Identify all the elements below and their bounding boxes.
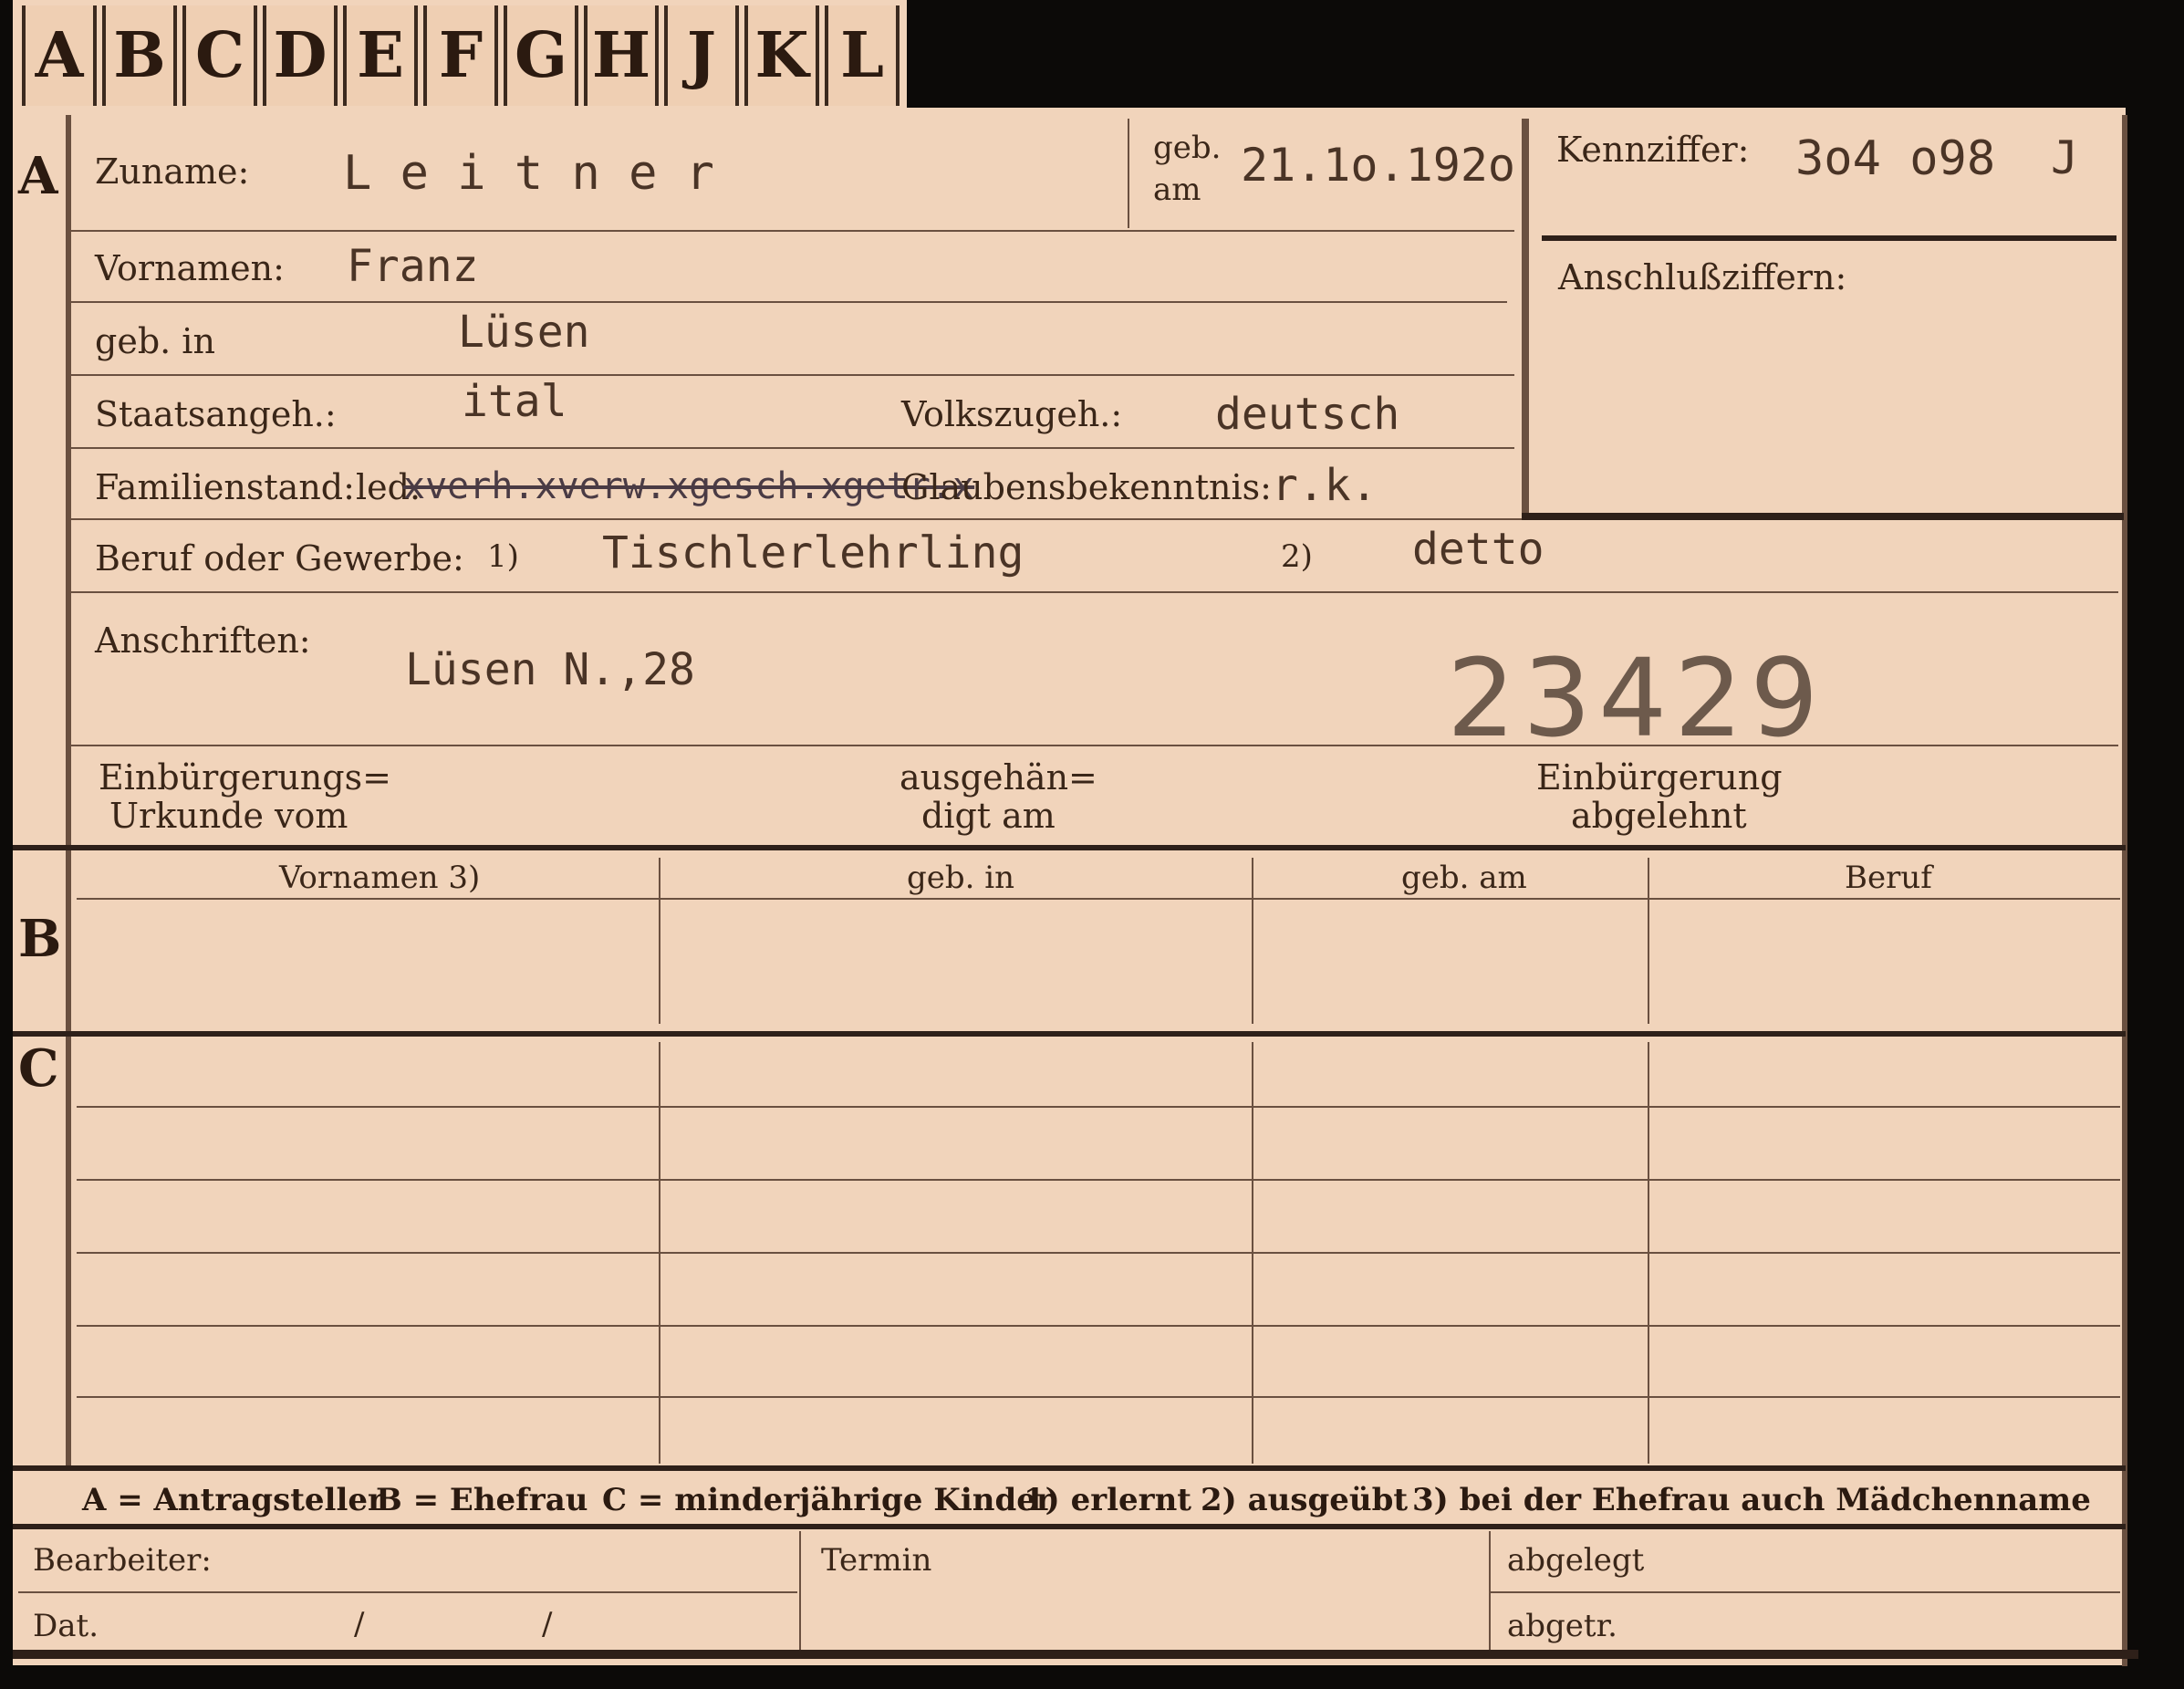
birthplace-value[interactable]: Lüsen — [458, 307, 590, 358]
handed-label-2: digt am — [921, 796, 1056, 836]
ethnicity-value[interactable]: deutsch — [1215, 389, 1399, 440]
card-border-right — [2122, 115, 2127, 1666]
section-c-border — [13, 1465, 2126, 1471]
religion-label: Glaubensbekenntnis: — [901, 467, 1272, 507]
tab-f[interactable]: F — [423, 5, 498, 106]
table-b-header-birthplace: geb. in — [907, 860, 1015, 896]
legend-border — [13, 1524, 2126, 1529]
tab-e[interactable]: E — [343, 5, 418, 106]
date-label: Dat. — [33, 1608, 99, 1644]
divider — [1252, 858, 1253, 1024]
citizenship-label: Staatsangeh.: — [95, 394, 337, 434]
naturalization-label: Einbürgerungs= — [99, 757, 391, 798]
birth-date-label-2: am — [1153, 172, 1201, 208]
divider — [659, 858, 660, 1024]
profession-practiced-value[interactable]: detto — [1412, 524, 1544, 575]
legend-a: A = Antragsteller — [82, 1482, 384, 1518]
table-b-header-firstnames: Vornamen 3) — [279, 860, 481, 896]
section-a-letter: A — [18, 146, 58, 206]
legend-note-1: 1) erlernt — [1024, 1482, 1192, 1518]
letter-tab-strip: A B C D E F G H J K L — [13, 0, 907, 108]
birthplace-label: geb. in — [95, 321, 215, 361]
divider — [1491, 1591, 2120, 1593]
divider — [71, 518, 1522, 520]
section-c-border-left — [66, 1037, 71, 1465]
tab-a[interactable]: A — [22, 5, 97, 106]
filed-label: abgelegt — [1507, 1542, 1645, 1579]
religion-value[interactable]: r.k. — [1272, 460, 1378, 511]
tab-c[interactable]: C — [182, 5, 257, 106]
divider — [799, 1531, 801, 1652]
address-value[interactable]: Lüsen N.,28 — [405, 644, 695, 695]
divider — [71, 301, 1507, 303]
card-bottom-border — [13, 1650, 2138, 1659]
divider — [71, 230, 1514, 232]
id-value[interactable]: 3o4 o98 — [1795, 131, 1995, 186]
surname-label: Zuname: — [95, 151, 250, 192]
section-a-border — [13, 845, 2126, 850]
clerk-label: Bearbeiter: — [33, 1542, 212, 1579]
stamped-number: 23429 — [1447, 635, 1826, 761]
tab-l[interactable]: L — [825, 5, 900, 106]
handed-label: ausgehän= — [900, 757, 1097, 798]
profession-learned-value[interactable]: Tischlerlehrling — [602, 527, 1024, 579]
naturalization-label-2: Urkunde vom — [109, 796, 348, 836]
divider — [71, 745, 2118, 746]
tab-k[interactable]: K — [744, 5, 819, 106]
table-c-row-line — [77, 1252, 2120, 1254]
citizenship-value[interactable]: ital — [462, 376, 567, 427]
id-box-bottom — [1522, 513, 2124, 520]
section-b-letter: B — [18, 909, 62, 969]
birth-date-label: geb. — [1153, 130, 1222, 166]
divider — [71, 447, 1514, 449]
table-b-header-birthdate: geb. am — [1401, 860, 1527, 896]
tab-g[interactable]: G — [504, 5, 578, 106]
profession-note-2: 2) — [1281, 538, 1313, 575]
tab-d[interactable]: D — [263, 5, 338, 106]
removed-label: abgetr. — [1507, 1608, 1617, 1644]
firstname-value[interactable]: Franz — [347, 241, 479, 292]
table-c-row-line — [77, 1325, 2120, 1327]
divider — [71, 374, 1514, 376]
id-suffix: J — [2051, 131, 2079, 184]
tab-h[interactable]: H — [584, 5, 659, 106]
table-c-row-line — [77, 1179, 2120, 1181]
divider — [18, 1591, 797, 1593]
firstname-label: Vornamen: — [95, 248, 285, 288]
legend-b: B = Ehefrau — [376, 1482, 588, 1518]
divider — [77, 898, 2120, 900]
date-separator: / — [354, 1606, 365, 1642]
tab-b[interactable]: B — [102, 5, 177, 106]
tab-j[interactable]: J — [664, 5, 739, 106]
table-c-row-line — [77, 1106, 2120, 1108]
legend-c: C = minderjährige Kinder — [602, 1482, 1053, 1518]
deadline-label: Termin — [821, 1542, 932, 1579]
marital-struck-options: xverh.xverw.xgesch.xgetr.x — [403, 465, 975, 507]
legend-note-3: 3) bei der Ehefrau auch Mädchenname — [1412, 1482, 2091, 1518]
table-b-header-profession: Beruf — [1845, 860, 1932, 896]
rejected-label-2: abgelehnt — [1571, 796, 1747, 836]
id-label: Kennziffer: — [1556, 130, 1750, 170]
table-c-row-line — [77, 1396, 2120, 1398]
rejected-label: Einbürgerung — [1536, 757, 1783, 798]
address-label: Anschriften: — [95, 620, 311, 661]
marital-label: Familienstand: — [95, 467, 355, 507]
legend-note-2: 2) ausgeübt — [1201, 1482, 1409, 1518]
id-box-border — [1522, 119, 1529, 520]
related-ids-label: Anschlußziffern: — [1558, 257, 1847, 297]
birth-date-value[interactable]: 21.1o.192o — [1241, 139, 1515, 192]
profession-label: Beruf oder Gewerbe: — [95, 538, 464, 579]
section-b-border — [13, 1031, 2126, 1037]
section-c-letter: C — [18, 1038, 59, 1099]
surname-value[interactable]: L e i t n e r — [343, 146, 714, 201]
divider — [1648, 858, 1649, 1024]
divider — [1128, 119, 1129, 228]
id-box-divider — [1542, 235, 2116, 241]
profession-note-1: 1) — [487, 538, 519, 575]
divider — [71, 591, 2118, 593]
ethnicity-label: Volkszugeh.: — [901, 394, 1123, 434]
date-separator: / — [542, 1606, 553, 1642]
